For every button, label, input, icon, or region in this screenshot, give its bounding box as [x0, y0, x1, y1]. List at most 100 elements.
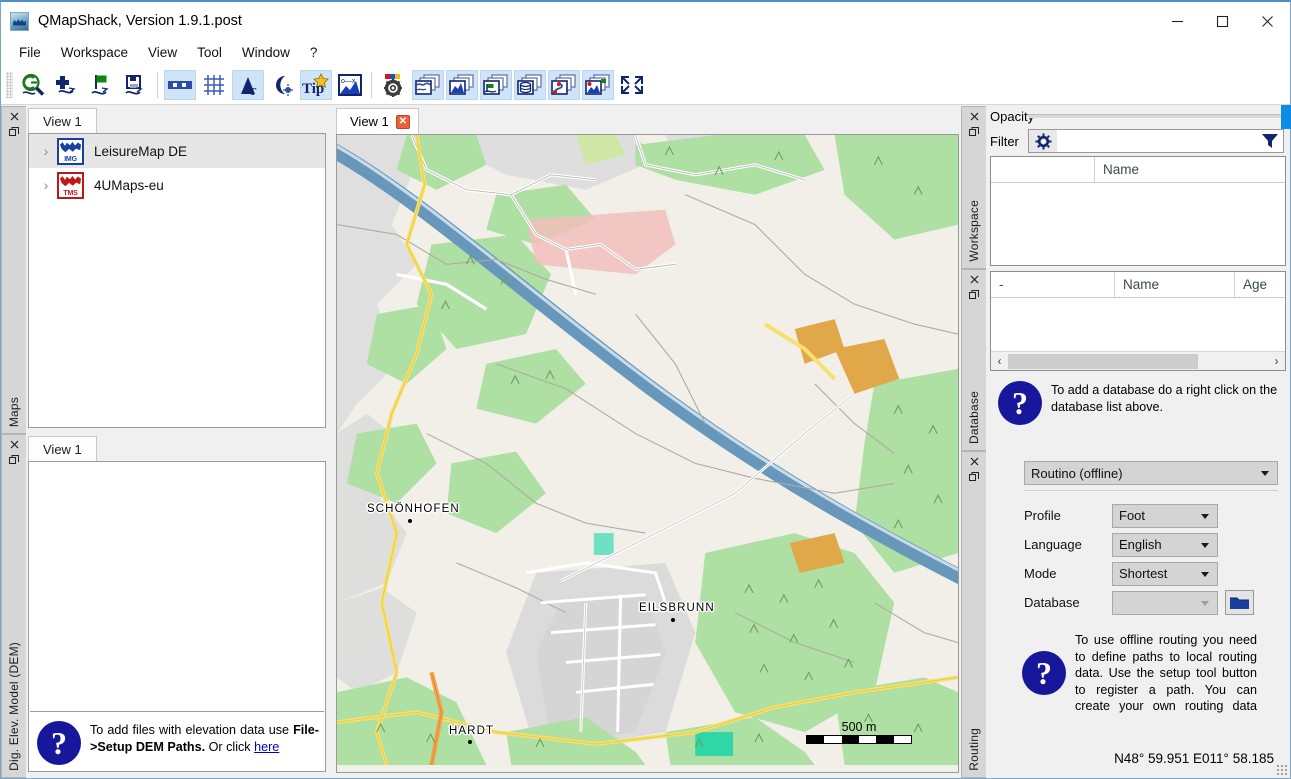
scroll-right-icon[interactable]: ›	[1268, 354, 1285, 368]
mode-select[interactable]: Shortest	[1112, 562, 1218, 586]
router-select-wrap[interactable]: Routino (offline)	[1024, 461, 1278, 485]
column-header[interactable]: -	[991, 272, 1115, 297]
chevron-right-icon[interactable]: ›	[35, 177, 57, 193]
workspace-list[interactable]: Name	[990, 156, 1286, 266]
tab-maps-view1[interactable]: View 1	[28, 108, 97, 133]
moon-icon[interactable]	[266, 70, 298, 100]
scrollbar-thumb[interactable]	[1008, 354, 1198, 369]
scroll-left-icon[interactable]: ‹	[991, 354, 1008, 368]
close-icon[interactable]	[7, 437, 21, 452]
menu-help[interactable]: ?	[300, 42, 328, 63]
column-header[interactable]: Name	[1095, 157, 1285, 182]
filter-input[interactable]	[1057, 130, 1257, 152]
map-viewport[interactable]: SCHÖNHOFEN EILSBRUNN HARDT 500 m	[336, 134, 959, 773]
language-select[interactable]: English	[1112, 533, 1218, 557]
language-select-wrap[interactable]: English	[1112, 533, 1218, 557]
elevation-profile-icon[interactable]: o—x	[334, 70, 366, 100]
undock-icon[interactable]	[967, 124, 981, 139]
dem-list[interactable]	[30, 463, 324, 712]
close-icon[interactable]	[967, 109, 981, 124]
column-header[interactable]: Age	[1235, 272, 1285, 297]
database-list-body[interactable]	[991, 298, 1285, 351]
vtab-workspace-label: Workspace	[967, 200, 981, 262]
database-stack-icon[interactable]	[514, 70, 546, 100]
dem-hint-link[interactable]: here	[254, 740, 279, 754]
profile-select[interactable]: Foot	[1112, 504, 1218, 528]
opacity-slider[interactable]	[1028, 114, 1290, 118]
database-select-wrap	[1112, 591, 1218, 615]
menu-tool[interactable]: Tool	[187, 42, 232, 63]
resize-grip[interactable]	[1276, 764, 1288, 776]
menu-file[interactable]: File	[9, 42, 51, 63]
scrollbar-trough[interactable]	[1008, 354, 1268, 369]
dem-stack-icon[interactable]	[446, 70, 478, 100]
close-icon[interactable]: ✕	[396, 115, 410, 129]
plus-track-icon[interactable]	[52, 70, 84, 100]
dem-panel: View 1 ? To add files with elevation dat…	[26, 434, 332, 778]
flag-track-icon[interactable]	[86, 70, 118, 100]
maps-tree[interactable]: › IMG LeisureMap DE › TMS 4UMap	[28, 133, 326, 428]
column-header[interactable]: Name	[1115, 272, 1235, 297]
close-icon[interactable]	[967, 272, 981, 287]
qmapshack-window: QMapShack, Version 1.9.1.post File Works…	[0, 0, 1291, 779]
funnel-icon[interactable]	[1257, 130, 1283, 152]
right-dock: Opacity Filter	[986, 106, 1290, 778]
undock-icon[interactable]	[7, 124, 21, 139]
magnifier-globe-icon[interactable]	[18, 70, 50, 100]
tab-dem-view1[interactable]: View 1	[28, 436, 97, 461]
save-track-icon[interactable]	[120, 70, 152, 100]
window-controls	[1155, 2, 1290, 40]
horizontal-scrollbar[interactable]: ‹ ›	[991, 351, 1285, 370]
vtab-routing-label: Routing	[967, 728, 981, 771]
vtab-dem[interactable]: Dig. Elev. Model (DEM)	[1, 434, 26, 778]
realtime-stack-icon[interactable]	[582, 70, 614, 100]
menu-view[interactable]: View	[138, 42, 187, 63]
gears-color-icon[interactable]	[378, 70, 410, 100]
flag-text-icon[interactable]: T	[232, 70, 264, 100]
workspace-stack-icon[interactable]	[480, 70, 512, 100]
fullscreen-arrows-icon[interactable]	[616, 70, 648, 100]
menu-window[interactable]: Window	[232, 42, 300, 63]
mode-select-wrap[interactable]: Shortest	[1112, 562, 1218, 586]
menu-workspace[interactable]: Workspace	[51, 42, 138, 63]
map-place-dot	[408, 519, 412, 523]
profile-select-wrap[interactable]: Foot	[1112, 504, 1218, 528]
opacity-row: Opacity	[986, 106, 1290, 126]
routing-stack-icon[interactable]	[548, 70, 580, 100]
close-icon[interactable]	[7, 109, 21, 124]
left-dock-strip: Maps Dig. Elev. Model (DEM)	[1, 106, 26, 778]
undock-icon[interactable]	[967, 287, 981, 302]
grid-icon[interactable]	[198, 70, 230, 100]
scalebar-icon[interactable]	[164, 70, 196, 100]
tip-star-icon[interactable]: Tip	[300, 70, 332, 100]
maps-panel: View 1 › IMG LeisureMap DE ›	[26, 106, 332, 434]
maximize-button[interactable]	[1200, 2, 1245, 40]
maps-stack-icon[interactable]	[412, 70, 444, 100]
close-button[interactable]	[1245, 2, 1290, 40]
toolbar-drag-handle[interactable]	[6, 72, 13, 98]
vtab-maps[interactable]: Maps	[1, 106, 26, 434]
routing-dock-buttons	[962, 454, 986, 484]
tab-map-view1[interactable]: View 1 ✕	[336, 108, 419, 134]
undock-icon[interactable]	[7, 452, 21, 467]
maps-panel-tabrow: View 1	[26, 106, 332, 133]
undock-icon[interactable]	[967, 469, 981, 484]
vtab-database[interactable]: Database	[961, 269, 986, 451]
gear-icon[interactable]	[1029, 130, 1057, 152]
list-item[interactable]: › IMG LeisureMap DE	[29, 134, 325, 168]
list-item[interactable]: › TMS 4UMaps-eu	[29, 168, 325, 202]
close-icon[interactable]	[967, 454, 981, 469]
vtab-routing[interactable]: Routing	[961, 451, 986, 778]
router-select[interactable]: Routino (offline)	[1024, 461, 1278, 485]
workspace-list-body[interactable]	[991, 183, 1285, 265]
column-header[interactable]	[991, 157, 1095, 182]
database-list[interactable]: - Name Age ‹ ›	[990, 271, 1286, 371]
map-scale-label: 500 m	[806, 720, 912, 734]
opacity-slider-handle[interactable]	[1281, 105, 1291, 129]
minimize-button[interactable]	[1155, 2, 1200, 40]
map-tabrow: View 1 ✕	[332, 106, 961, 134]
vtab-workspace[interactable]: Workspace	[961, 106, 986, 269]
chevron-right-icon[interactable]: ›	[35, 143, 57, 159]
folder-icon[interactable]	[1225, 590, 1254, 615]
database-list-header: - Name Age	[991, 272, 1285, 298]
